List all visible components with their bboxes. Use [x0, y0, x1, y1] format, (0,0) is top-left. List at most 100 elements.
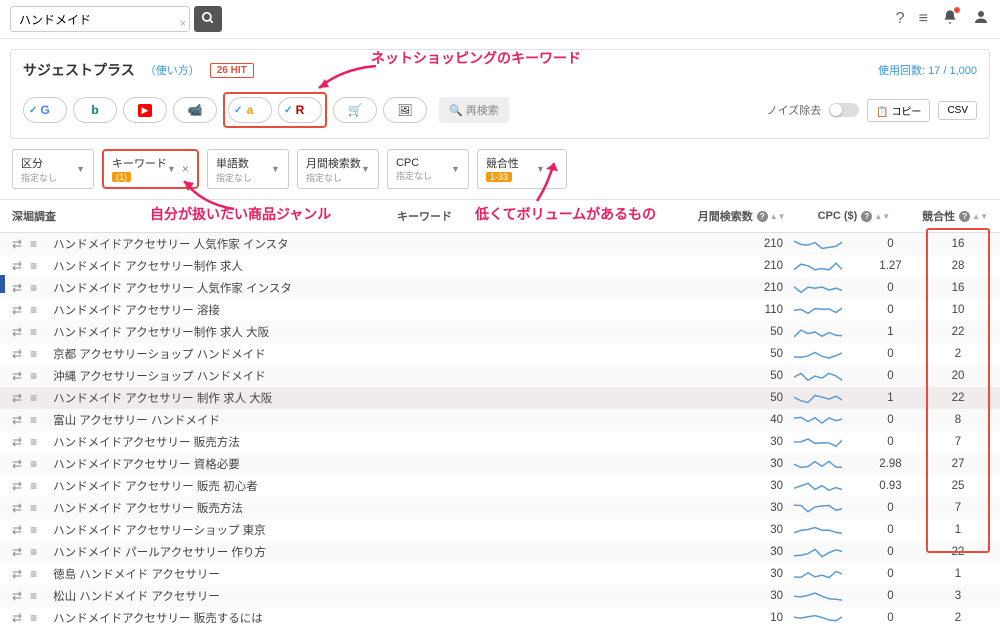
table-row[interactable]: ⇄≡ハンドメイド アクセサリー 販売 初心者300.9325: [0, 475, 1000, 497]
topbar-right: ? ≡: [896, 8, 990, 31]
source-google[interactable]: G: [23, 97, 67, 123]
source-video[interactable]: 📹: [173, 97, 217, 123]
col-cpc[interactable]: CPC ($)?▲▼: [818, 210, 891, 222]
source-amazon[interactable]: a: [228, 97, 272, 123]
col-deep: 深堀調査: [12, 208, 72, 224]
menu-icon[interactable]: ≡: [30, 611, 37, 625]
col-comp[interactable]: 競合性?▲▼: [922, 208, 988, 224]
menu-icon[interactable]: ≡: [30, 479, 37, 493]
retweet-icon[interactable]: ⇄: [12, 545, 22, 559]
retweet-icon[interactable]: ⇄: [12, 413, 22, 427]
help-icon[interactable]: ?: [896, 10, 905, 28]
menu-icon[interactable]: ≡: [30, 501, 37, 515]
table-row[interactable]: ⇄≡ハンドメイド アクセサリー制作 求人2101.2728: [0, 255, 1000, 277]
table-row[interactable]: ⇄≡ハンドメイド パールアクセサリー 作り方30022: [0, 541, 1000, 563]
retweet-icon[interactable]: ⇄: [12, 369, 22, 383]
cell-sparkline: [783, 501, 853, 515]
filter-competition[interactable]: 競合性1-33 ▼×: [477, 149, 567, 189]
retweet-icon[interactable]: ⇄: [12, 435, 22, 449]
retweet-icon[interactable]: ⇄: [12, 347, 22, 361]
table-row[interactable]: ⇄≡ハンドメイド アクセサリー 制作 求人 大阪50122: [0, 387, 1000, 409]
table-row[interactable]: ⇄≡徳島 ハンドメイド アクセサリー3001: [0, 563, 1000, 585]
retweet-icon[interactable]: ⇄: [12, 259, 22, 273]
table-row[interactable]: ⇄≡富山 アクセサリー ハンドメイド4008: [0, 409, 1000, 431]
retweet-icon[interactable]: ⇄: [12, 391, 22, 405]
filter-wordcount[interactable]: 単語数指定なし ▼: [207, 149, 289, 189]
col-volume[interactable]: 月間検索数?▲▼: [698, 208, 786, 224]
menu-icon[interactable]: ≡: [30, 457, 37, 471]
search-input[interactable]: [10, 6, 190, 32]
table-row[interactable]: ⇄≡松山 ハンドメイド アクセサリー3003: [0, 585, 1000, 607]
usage-link[interactable]: （使い方）: [145, 62, 200, 78]
close-icon[interactable]: ×: [182, 162, 189, 176]
table-header: 深堀調査 自分が扱いたい商品ジャンル キーワード 低くてボリュームがあるもの 月…: [0, 199, 1000, 233]
cell-sparkline: [783, 545, 853, 559]
keyword-text: ハンドメイド パールアクセサリー 作り方: [53, 544, 266, 560]
table-row[interactable]: ⇄≡京都 アクセサリーショップ ハンドメイド5002: [0, 343, 1000, 365]
cell-comp: 25: [928, 480, 988, 492]
source-youtube[interactable]: ▶: [123, 97, 167, 123]
cell-volume: 50: [728, 392, 783, 404]
retweet-icon[interactable]: ⇄: [12, 501, 22, 515]
source-rakuten[interactable]: R: [278, 97, 322, 123]
cell-sparkline: [783, 237, 853, 251]
copy-button[interactable]: 📋 コピー: [867, 99, 930, 122]
filter-keyword[interactable]: キーワード(1) ▼×: [102, 149, 199, 189]
retweet-icon[interactable]: ⇄: [12, 567, 22, 581]
table-row[interactable]: ⇄≡ハンドメイドアクセサリー 人気作家 インスタ210016: [0, 233, 1000, 255]
table-row[interactable]: ⇄≡ハンドメイドアクセサリー 資格必要302.9827: [0, 453, 1000, 475]
table-row[interactable]: ⇄≡ハンドメイドアクセサリー 販売方法3007: [0, 431, 1000, 453]
bell-icon[interactable]: [942, 9, 958, 30]
menu-icon[interactable]: ≡: [30, 391, 37, 405]
menu-icon[interactable]: ≡: [30, 435, 37, 449]
user-icon[interactable]: [972, 8, 990, 31]
table-row[interactable]: ⇄≡ハンドメイド アクセサリー 販売方法3007: [0, 497, 1000, 519]
table-row[interactable]: ⇄≡ハンドメイド アクセサリー 人気作家 インスタ210016: [0, 277, 1000, 299]
clear-search-icon[interactable]: ×: [180, 18, 186, 30]
source-cart[interactable]: 🛒: [333, 97, 377, 123]
table-row[interactable]: ⇄≡ハンドメイド アクセサリーショップ 東京3001: [0, 519, 1000, 541]
filter-category[interactable]: 区分指定なし ▼: [12, 149, 94, 189]
research-button[interactable]: 🔍 再検索: [439, 97, 509, 123]
source-image[interactable]: 🖼: [383, 97, 427, 123]
table-row[interactable]: ⇄≡ハンドメイド アクセサリー制作 求人 大阪50122: [0, 321, 1000, 343]
menu-icon[interactable]: ≡: [30, 259, 37, 273]
filter-cpc[interactable]: CPC指定なし ▼: [387, 149, 469, 189]
menu-icon[interactable]: ≡: [30, 347, 37, 361]
cell-cpc: 0: [853, 348, 928, 360]
retweet-icon[interactable]: ⇄: [12, 611, 22, 625]
noise-toggle[interactable]: [829, 103, 859, 117]
menu-icon[interactable]: ≡: [30, 413, 37, 427]
filter-volume[interactable]: 月間検索数指定なし ▼: [297, 149, 379, 189]
menu-icon[interactable]: ≡: [30, 523, 37, 537]
menu-icon[interactable]: ≡: [919, 10, 928, 28]
cell-cpc: 0: [853, 282, 928, 294]
table-row[interactable]: ⇄≡ハンドメイド アクセサリー 溶接110010: [0, 299, 1000, 321]
csv-button[interactable]: CSV: [938, 101, 977, 120]
menu-icon[interactable]: ≡: [30, 369, 37, 383]
source-bing[interactable]: b: [73, 97, 117, 123]
menu-icon[interactable]: ≡: [30, 303, 37, 317]
menu-icon[interactable]: ≡: [30, 325, 37, 339]
retweet-icon[interactable]: ⇄: [12, 479, 22, 493]
menu-icon[interactable]: ≡: [30, 567, 37, 581]
retweet-icon[interactable]: ⇄: [12, 523, 22, 537]
annotation-right: 低くてボリュームがあるもの: [475, 204, 656, 224]
menu-icon[interactable]: ≡: [30, 589, 37, 603]
close-icon[interactable]: ×: [551, 162, 558, 176]
retweet-icon[interactable]: ⇄: [12, 589, 22, 603]
keyword-text: ハンドメイド アクセサリー 人気作家 インスタ: [53, 280, 292, 296]
cell-volume: 30: [728, 458, 783, 470]
retweet-icon[interactable]: ⇄: [12, 325, 22, 339]
retweet-icon[interactable]: ⇄: [12, 237, 22, 251]
retweet-icon[interactable]: ⇄: [12, 281, 22, 295]
retweet-icon[interactable]: ⇄: [12, 303, 22, 317]
cell-volume: 210: [728, 238, 783, 250]
table-row[interactable]: ⇄≡ハンドメイドアクセサリー 販売するには1002: [0, 607, 1000, 629]
search-button[interactable]: [194, 6, 222, 32]
menu-icon[interactable]: ≡: [30, 545, 37, 559]
table-row[interactable]: ⇄≡沖縄 アクセサリーショップ ハンドメイド50020: [0, 365, 1000, 387]
menu-icon[interactable]: ≡: [30, 281, 37, 295]
retweet-icon[interactable]: ⇄: [12, 457, 22, 471]
menu-icon[interactable]: ≡: [30, 237, 37, 251]
